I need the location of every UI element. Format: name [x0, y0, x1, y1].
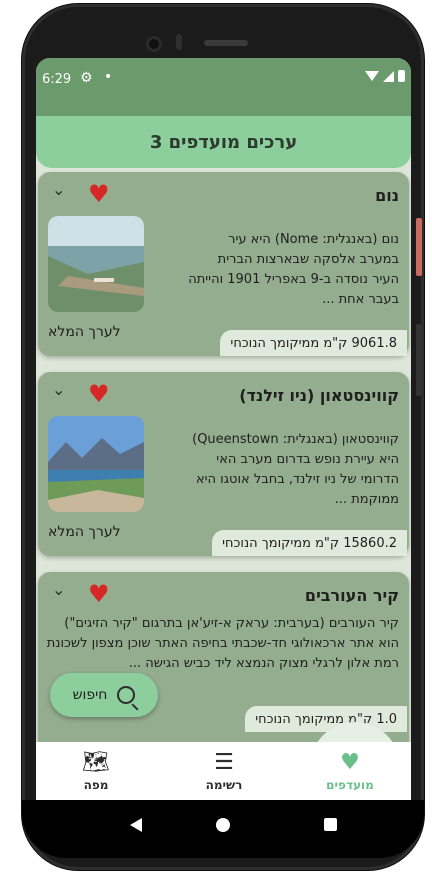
- map-icon: 🗺: [82, 750, 110, 775]
- nav-label-list: רשימה: [205, 778, 243, 792]
- heart-icon[interactable]: ♥: [88, 182, 110, 206]
- speaker-grille: [204, 40, 248, 46]
- signal-icon: [383, 70, 394, 82]
- notification-dot-icon: •: [104, 69, 113, 85]
- chevron-down-icon[interactable]: ⌄: [52, 580, 65, 599]
- wifi-icon: [365, 71, 379, 81]
- card-title: קיר העורבים: [304, 586, 399, 605]
- distance-badge: 1.0 ק"מ ממיקומך הנוכחי: [245, 706, 407, 732]
- card-description: נום (באנגלית: Nome) היא עיר במערב אלסקה …: [188, 232, 399, 307]
- nav-label-map: מפה: [83, 778, 109, 792]
- app-screen: 6:29 ⚙ • 3 ערכים מועדפים ⌄ ♥ נום נום (בא…: [36, 58, 411, 800]
- heart-icon[interactable]: ♥: [88, 382, 110, 406]
- distance-badge: 15860.2 ק"מ ממיקומך הנוכחי: [212, 530, 407, 556]
- back-icon[interactable]: [130, 818, 142, 832]
- power-button: [416, 218, 422, 276]
- search-icon: [117, 686, 136, 704]
- full-article-link[interactable]: לערך המלא: [48, 524, 121, 540]
- sensor: [176, 34, 182, 50]
- nav-label-favorites: מועדפים: [326, 778, 374, 792]
- status-time: 6:29: [42, 72, 72, 87]
- volume-button: [416, 324, 422, 396]
- card-description: קיר העורבים (בערבית: עראק א-זיע'אן בתרגו…: [46, 616, 399, 671]
- status-bar: 6:29 ⚙ •: [36, 58, 411, 116]
- gear-icon: ⚙: [80, 70, 93, 86]
- full-article-link[interactable]: לערך המלא: [48, 324, 121, 340]
- favorite-card: ⌄ ♥ נום נום (באנגלית: Nome) היא עיר במער…: [38, 172, 409, 356]
- search-label: חיפוש: [72, 687, 108, 703]
- recents-icon[interactable]: [324, 818, 337, 831]
- front-camera: [146, 36, 162, 52]
- system-navigation-bar: [22, 800, 424, 858]
- page-title: 3 ערכים מועדפים: [36, 116, 411, 168]
- card-title: קווינסטאון (ניו זילנד): [239, 386, 399, 405]
- chevron-down-icon[interactable]: ⌄: [52, 180, 65, 199]
- card-title: נום: [375, 186, 399, 205]
- search-button[interactable]: חיפוש: [50, 673, 158, 717]
- heart-icon[interactable]: ♥: [88, 582, 110, 606]
- favorite-card: ⌄ ♥ קווינסטאון (ניו זילנד) קווינסטאון (ב…: [38, 372, 409, 556]
- card-image-nome: [48, 216, 144, 312]
- distance-badge: 9061.8 ק"מ ממיקומך הנוכחי: [220, 330, 407, 356]
- home-icon[interactable]: [216, 818, 230, 832]
- heart-icon: ♥: [340, 750, 360, 775]
- card-image-queenstown: [48, 416, 144, 512]
- card-description: קווינסטאון (באנגלית: Queenstown) היא עיי…: [192, 432, 399, 507]
- list-icon: ☰: [214, 750, 234, 775]
- chevron-down-icon[interactable]: ⌄: [52, 380, 65, 399]
- status-icons: [365, 70, 405, 82]
- battery-icon: [398, 70, 405, 82]
